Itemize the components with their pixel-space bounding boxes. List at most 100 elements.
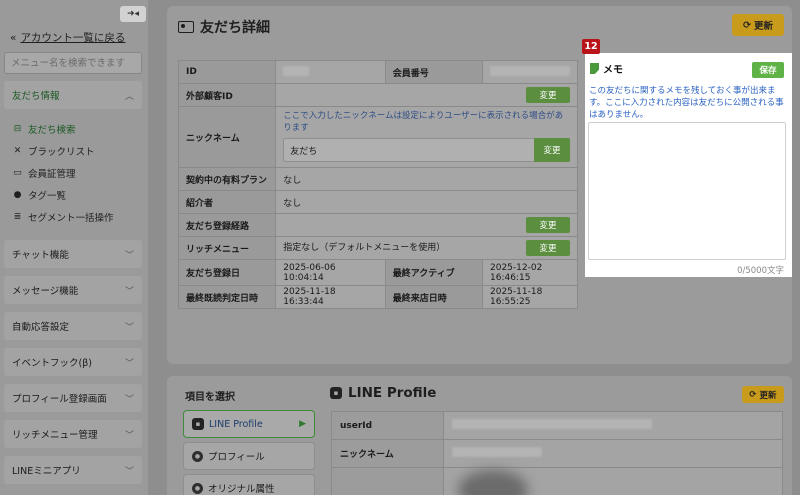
richmenu-change-button[interactable]: 変更: [526, 240, 570, 256]
table-row: ニックネーム: [331, 439, 783, 468]
line-icon: ▪: [330, 387, 342, 399]
section-label: 友だち情報: [12, 91, 60, 102]
table-row: 友だち登録日 2025-06-06 10:04:14 最終アクティブ 2025-…: [177, 259, 578, 286]
profile-refresh-button[interactable]: ⟳ 更新: [742, 386, 784, 403]
richmenu-label: リッチメニュー: [177, 236, 277, 260]
sidebar-item-member-card[interactable]: ▭ 会員証管理: [12, 166, 75, 180]
nickname-profile-value: [443, 439, 783, 468]
last-active-label: 最終アクティブ: [384, 259, 484, 286]
collapse-sidebar-button[interactable]: ➜◂: [120, 6, 146, 22]
tab-profile[interactable]: ● プロフィール: [183, 442, 315, 470]
section-label: イベントフック(β): [12, 358, 92, 369]
refresh-label: 更新: [759, 390, 777, 401]
tab-label: オリジナル属性: [208, 484, 275, 495]
section-label: リッチメニュー管理: [12, 430, 98, 441]
sidebar-section-profile-screen[interactable]: プロフィール登録画面 ﹀: [4, 384, 142, 412]
line-profile-title-text: LINE Profile: [348, 385, 437, 401]
sidebar-item-label: ブラックリスト: [28, 147, 95, 158]
user-icon: ●: [192, 450, 203, 462]
sidebar-section-eventhook[interactable]: イベントフック(β) ﹀: [4, 348, 142, 376]
nickname-note: ここで入力したニックネームは設定によりユーザーに表示される場合があります: [283, 111, 564, 133]
section-label: プロフィール登録画面: [12, 394, 107, 405]
memo-title: メモ: [603, 65, 623, 76]
sidebar-section-miniapp[interactable]: LINEミニアプリ ﹀: [4, 456, 142, 484]
sidebar-section-friends[interactable]: 友だち情報 ︿: [4, 81, 142, 109]
friend-detail-table: ID 会員番号 外部顧客ID 変更 ニックネーム ここで入力したニックネームは設…: [177, 60, 578, 309]
caret-right-icon: ▶: [299, 419, 306, 429]
sidebar-section-richmenu[interactable]: リッチメニュー管理 ﹀: [4, 420, 142, 448]
ext-id-value: 変更: [275, 83, 578, 107]
id-card-icon: [178, 21, 194, 33]
memo-save-button[interactable]: 保存: [752, 62, 784, 78]
tab-label: LINE Profile: [209, 418, 263, 430]
section-label: LINEミニアプリ: [12, 466, 81, 477]
memo-textarea[interactable]: [588, 122, 786, 260]
sidebar-item-segment[interactable]: ≣ セグメント一括操作: [12, 210, 114, 224]
route-change-button[interactable]: 変更: [526, 217, 570, 233]
line-profile-title: ▪ LINE Profile: [330, 385, 436, 401]
back-to-accounts-link[interactable]: « アカウント一覧に戻る: [10, 30, 125, 45]
refresh-label: 更新: [753, 21, 773, 32]
memo-icon: [590, 63, 599, 74]
referrer-value: なし: [275, 190, 578, 214]
userid-label: userId: [331, 411, 444, 440]
sidebar-item-friend-search[interactable]: ⊟ 友だち検索: [12, 122, 76, 136]
table-row: [331, 467, 783, 495]
id-label: ID: [177, 60, 277, 84]
nickname-input[interactable]: 友だち: [283, 138, 534, 162]
database-icon: ≣: [13, 212, 22, 222]
users-icon: ●: [13, 190, 22, 200]
collapse-icon: ➜◂: [126, 9, 140, 19]
sidebar-item-tags[interactable]: ● タグ一覧: [12, 188, 66, 202]
user-block-icon: ✕: [13, 146, 22, 156]
refresh-button[interactable]: ⟳ 更新: [732, 14, 784, 36]
sidebar-section-chat[interactable]: チャット機能 ﹀: [4, 240, 142, 268]
refresh-icon: ⟳: [749, 389, 757, 400]
chevron-down-icon: ﹀: [124, 358, 134, 369]
chevron-up-icon: ︿: [124, 91, 134, 102]
memo-header: メモ: [590, 61, 623, 76]
memo-note: この友だちに関するメモを残しておく事が出来ます。ここに入力された内容は友だちに公…: [589, 86, 784, 120]
nickname-change-button[interactable]: 変更: [534, 138, 570, 162]
sidebar-item-label: 友だち検索: [28, 125, 76, 136]
chevron-down-icon: ﹀: [124, 322, 134, 333]
ext-id-change-button[interactable]: 変更: [526, 87, 570, 103]
friend-search-icon: ⊟: [13, 124, 22, 134]
nickname-cell: ここで入力したニックネームは設定によりユーザーに表示される場合があります 友だち…: [275, 106, 578, 168]
menu-search-input[interactable]: [4, 52, 142, 74]
last-read-label: 最終既読判定日時: [177, 285, 277, 309]
sidebar-section-message[interactable]: メッセージ機能 ﹀: [4, 276, 142, 304]
last-active-value: 2025-12-02 16:46:15: [482, 259, 578, 286]
reg-date-value: 2025-06-06 10:04:14: [275, 259, 386, 286]
back-link-label: アカウント一覧に戻る: [20, 32, 126, 44]
tab-original-attributes[interactable]: ● オリジナル属性: [183, 474, 315, 495]
page-title-text: 友だち詳細: [200, 20, 270, 36]
tab-line-profile[interactable]: ▪ LINE Profile ▶: [183, 410, 315, 438]
member-no-value: [482, 60, 578, 84]
select-item-label: 項目を選択: [185, 392, 235, 403]
chevron-down-icon: ﹀: [124, 250, 134, 261]
step-badge: 12: [582, 39, 600, 54]
double-chevron-left-icon: «: [10, 31, 17, 44]
chevron-down-icon: ﹀: [124, 394, 134, 405]
table-row: 契約中の有料プラン なし: [177, 167, 578, 191]
plan-label: 契約中の有料プラン: [177, 167, 277, 191]
member-no-label: 会員番号: [384, 60, 484, 84]
sidebar-item-blacklist[interactable]: ✕ ブラックリスト: [12, 144, 95, 158]
route-value: 変更: [275, 213, 578, 237]
last-read-value: 2025-11-18 16:33:44: [275, 285, 386, 309]
memo-char-count: 0/5000文字: [737, 266, 784, 276]
table-row: 紹介者 なし: [177, 190, 578, 214]
userid-value: [443, 411, 783, 440]
sidebar-section-autoreply[interactable]: 自動応答設定 ﹀: [4, 312, 142, 340]
table-row: リッチメニュー 指定なし（デフォルトメニューを使用） 変更: [177, 236, 578, 260]
sidebar-item-label: セグメント一括操作: [28, 213, 114, 224]
section-label: 自動応答設定: [12, 322, 70, 333]
plan-value: なし: [275, 167, 578, 191]
chevron-down-icon: ﹀: [124, 286, 134, 297]
avatar-label: [331, 467, 444, 495]
route-label: 友だち登録経路: [177, 213, 277, 237]
nickname-label: ニックネーム: [177, 106, 277, 168]
tab-label: プロフィール: [208, 452, 265, 463]
refresh-icon: ⟳: [743, 19, 751, 31]
